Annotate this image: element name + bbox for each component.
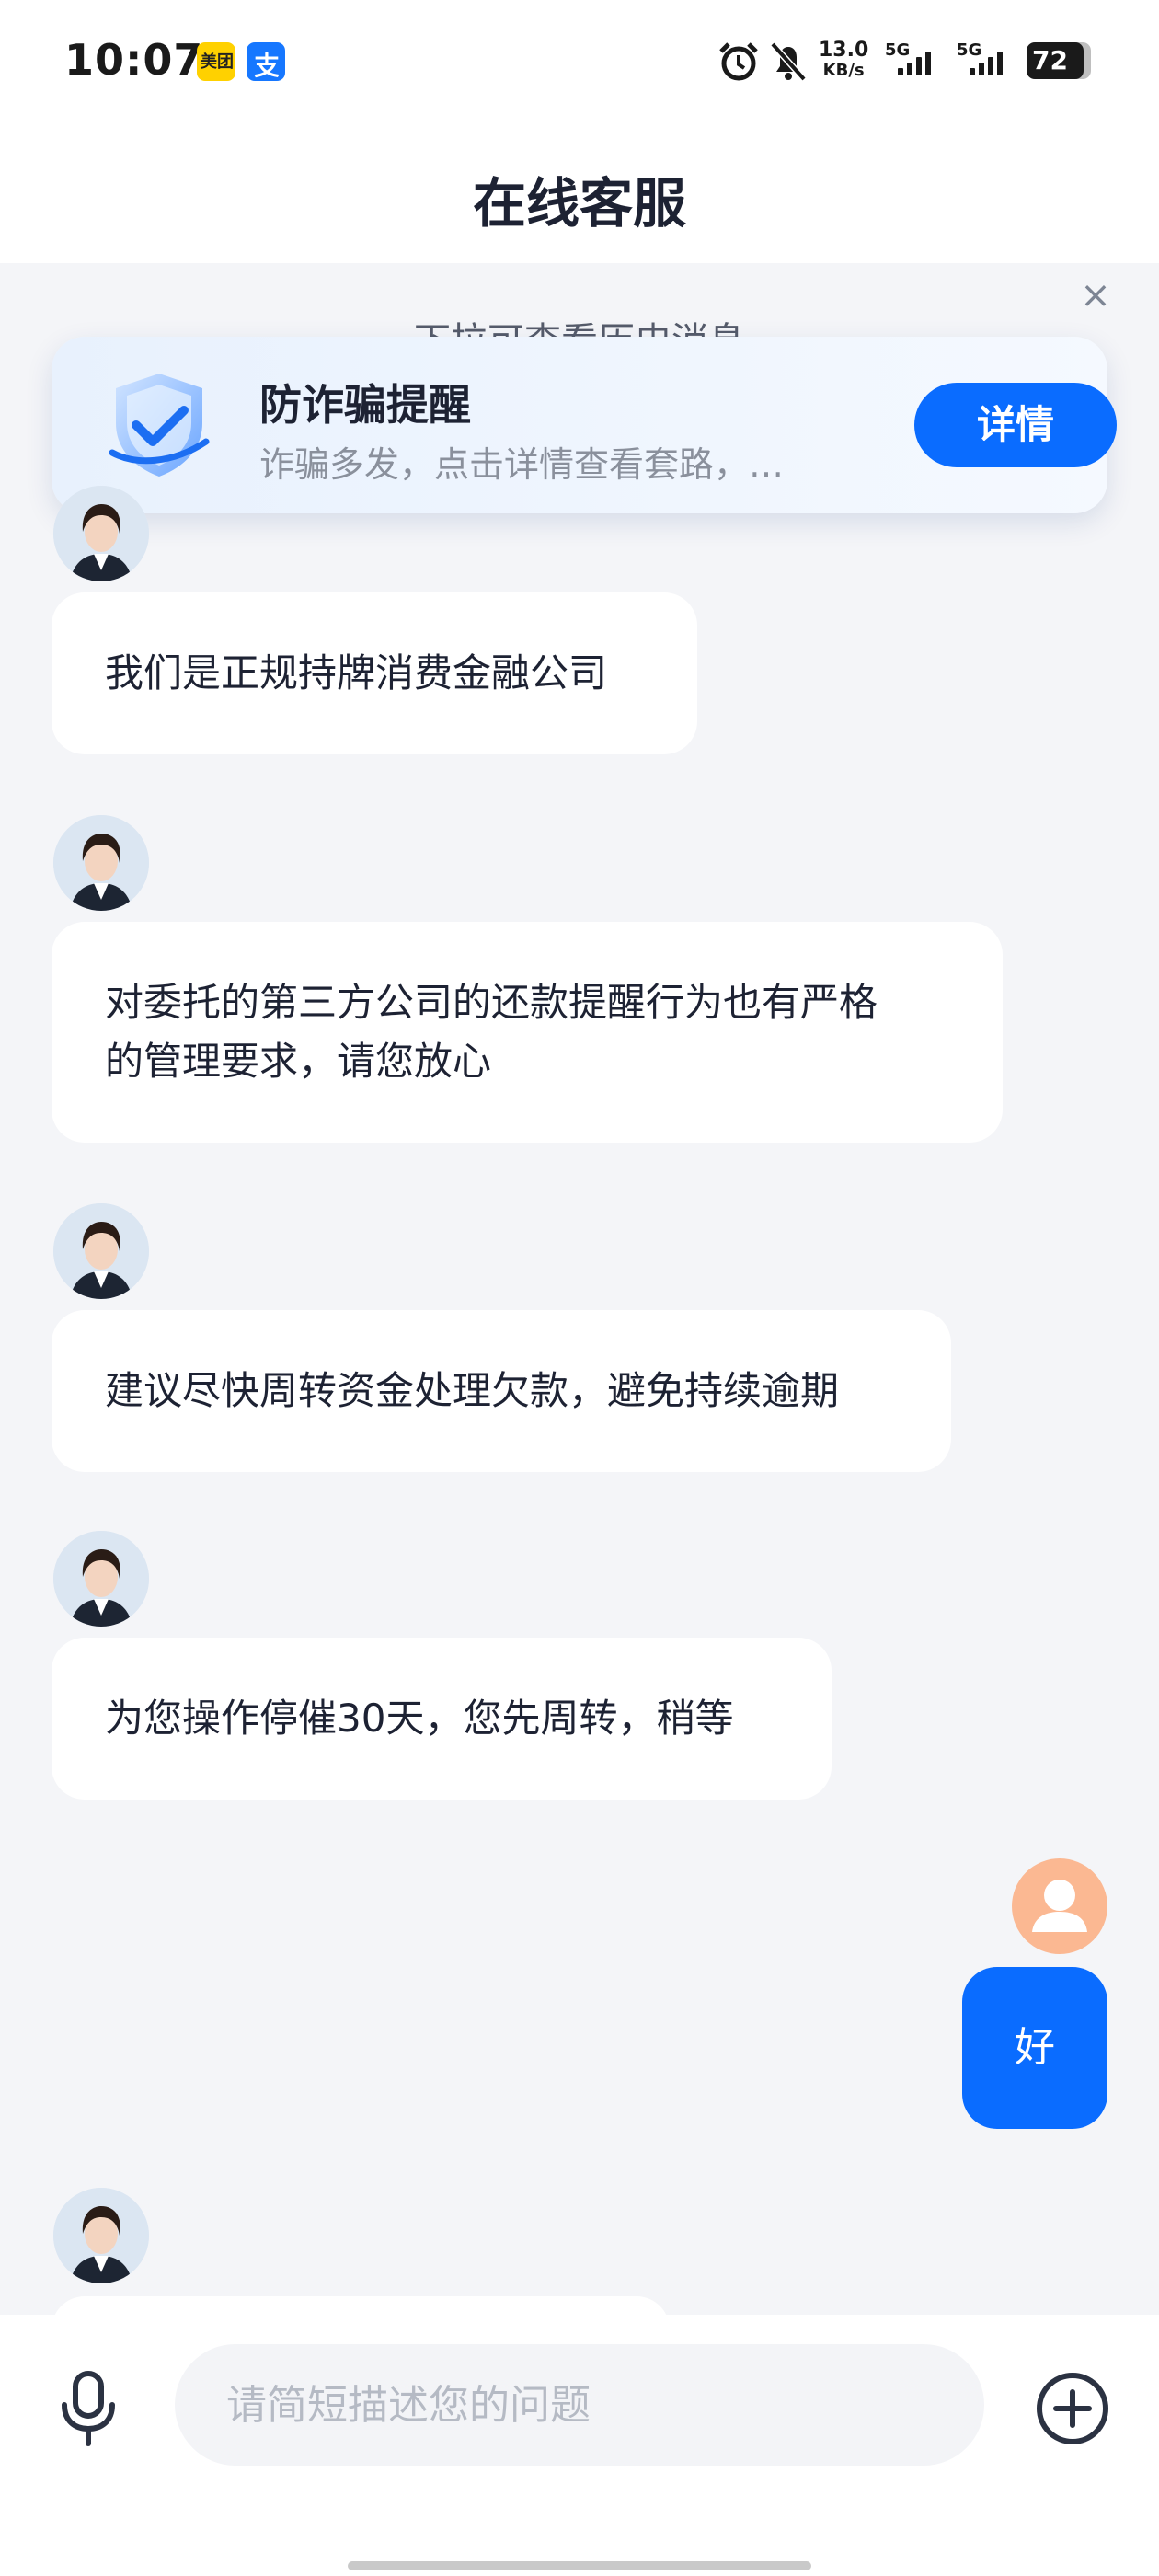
page-header: 在线客服 [0,129,1159,263]
page-title: 在线客服 [472,172,686,235]
anti-fraud-banner[interactable]: 防诈骗提醒 诈骗多发，点击详情查看套路，… 详情 [52,337,1117,513]
agent-avatar [53,1531,149,1627]
alarm-icon [719,42,758,81]
anti-fraud-description: 诈骗多发，点击详情查看套路，… [259,444,785,485]
alipay-icon: 支 [247,42,285,81]
mute-bell-icon [770,41,807,82]
user-avatar [1012,1858,1107,1954]
agent-message: 我们是正规持牌消费金融公司 [52,592,697,754]
details-button[interactable]: 详情 [914,383,1117,467]
home-indicator[interactable] [348,2561,811,2570]
battery-indicator: 72 [1027,42,1091,79]
signal-5g-2: 5G [957,40,1021,81]
net-speed: 13.0 KB/s [819,39,869,81]
shield-check-icon [109,374,210,477]
plus-circle-icon[interactable] [1036,2372,1109,2445]
agent-avatar [53,486,149,581]
microphone-icon[interactable] [59,2370,118,2447]
input-bar [0,2315,1159,2576]
user-message: 好 [962,1967,1107,2129]
agent-avatar [53,2188,149,2283]
agent-message: 对委托的第三方公司的还款提醒行为也有严格 的管理要求，请您放心 [52,922,1003,1143]
status-bar: 10:07 美团 支 13.0 KB/s 5G 5G 72 [0,0,1159,129]
status-time: 10:07 [64,35,204,85]
anti-fraud-title: 防诈骗提醒 [259,380,471,430]
meituan-icon: 美团 [197,42,235,81]
agent-message: 建议尽快周转资金处理欠款，避免持续逾期 [52,1310,951,1472]
agent-avatar [53,1203,149,1299]
close-icon[interactable]: × [1076,276,1115,315]
message-input[interactable] [175,2344,984,2466]
agent-avatar [53,815,149,911]
signal-5g-1: 5G [885,40,949,81]
agent-message: 为您操作停催30天，您先周转，稍等 [52,1638,832,1800]
